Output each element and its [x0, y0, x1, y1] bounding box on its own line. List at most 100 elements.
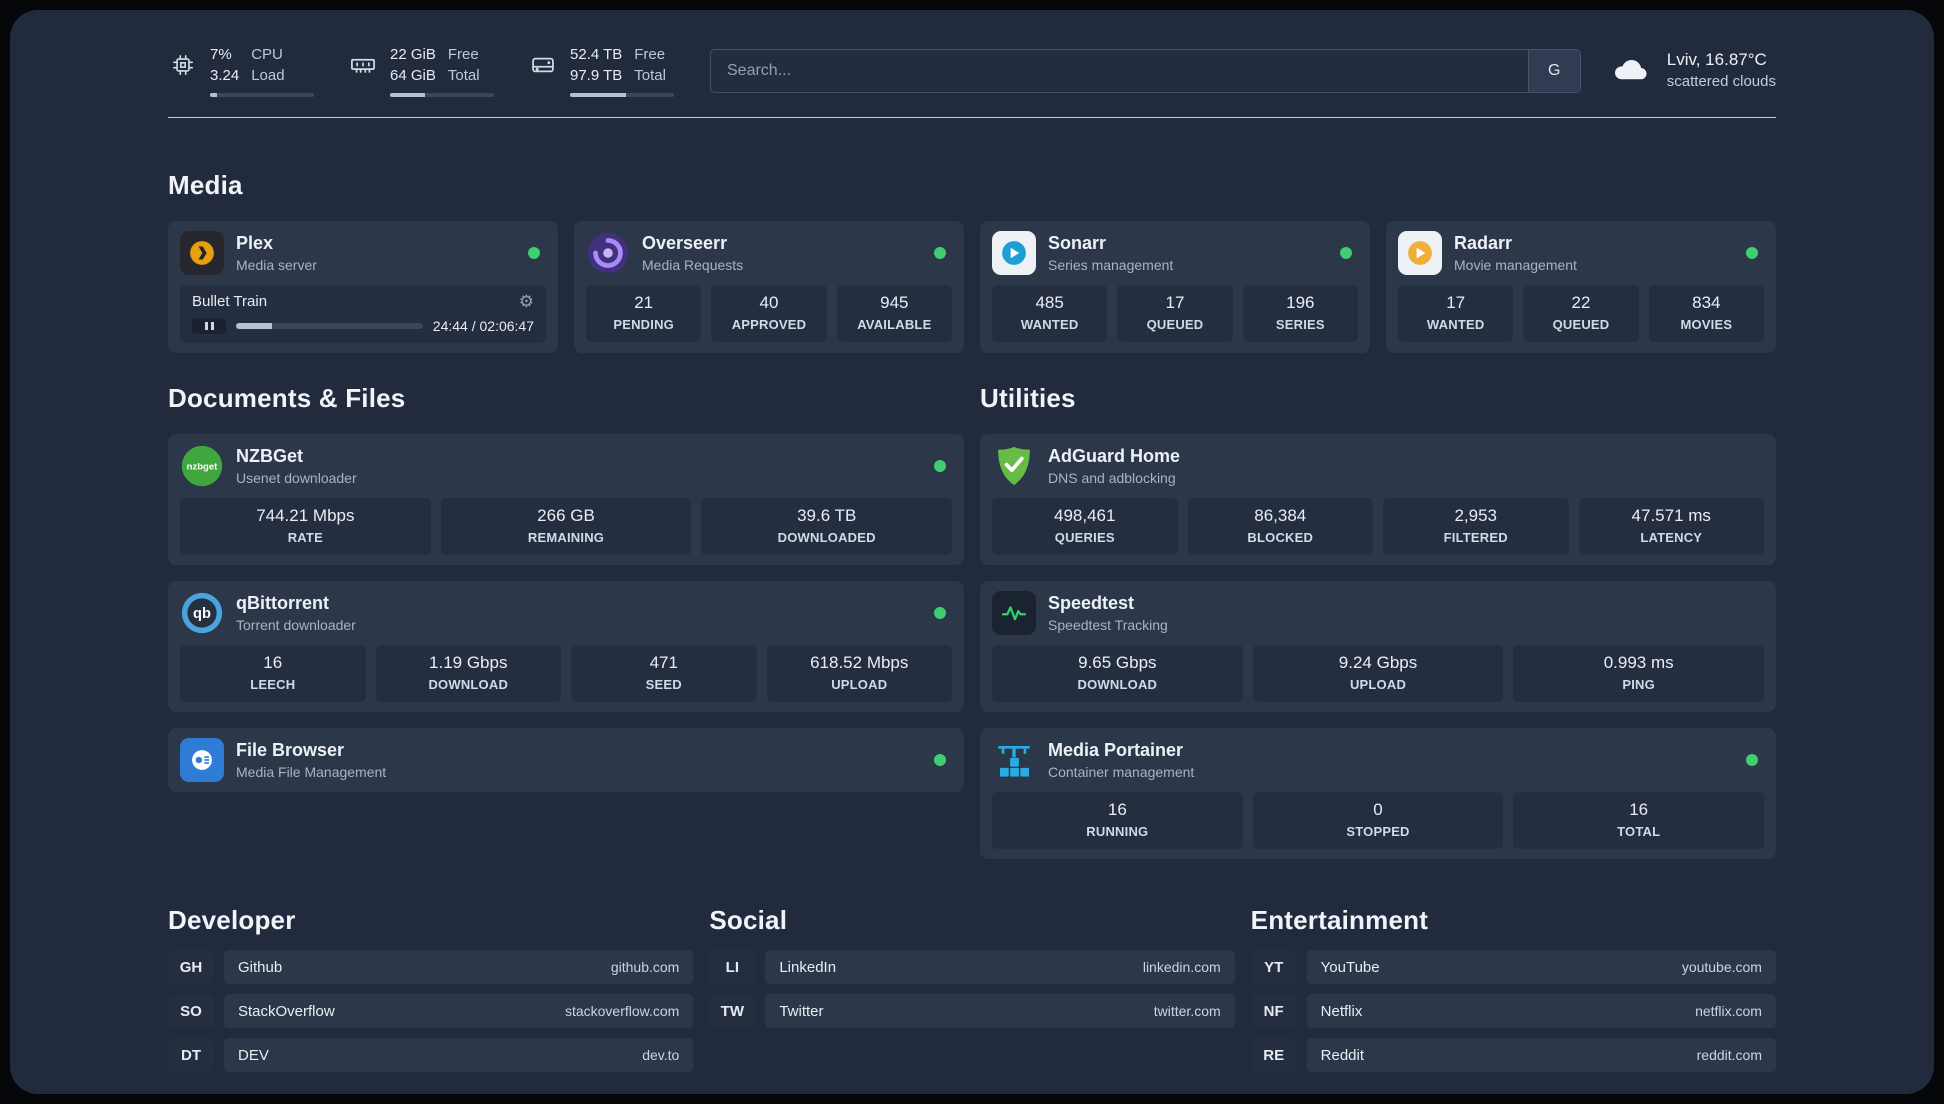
plex-icon — [180, 231, 224, 275]
link-name: Github — [238, 958, 283, 976]
status-dot — [1746, 754, 1758, 766]
stat-value: 196 — [1286, 293, 1315, 312]
stat-tile: 485 WANTED — [992, 285, 1108, 342]
stat-label: PING — [1622, 677, 1655, 692]
top-bar: 7% 3.24 CPU Load 22 GiB 64 GiB Free Tota… — [168, 44, 1776, 97]
stat-label: REMAINING — [527, 530, 605, 545]
cpu-load-label: Load — [251, 67, 285, 84]
hard-disk-icon — [528, 51, 558, 79]
cpu-label: CPU — [251, 46, 283, 63]
pause-button[interactable] — [192, 318, 226, 334]
header-divider — [168, 117, 1776, 118]
app-card-nzbget[interactable]: nzbget NZBGet Usenet downloader 744.21 M… — [168, 434, 964, 565]
stackoverflow-abbr-icon[interactable]: SO — [168, 994, 214, 1028]
app-name: Radarr — [1454, 233, 1513, 253]
app-card-qbittorrent[interactable]: qb qBittorrent Torrent downloader 16 LEEC… — [168, 581, 964, 712]
link-name: StackOverflow — [238, 1002, 335, 1020]
youtube-abbr-icon[interactable]: YT — [1250, 950, 1297, 984]
app-name: NZBGet — [236, 446, 303, 466]
status-dot — [1746, 247, 1758, 259]
section-media: Media Plex Media server Bullet Train ⚙ 2… — [168, 170, 1776, 353]
section-title-developer: Developer — [168, 905, 296, 935]
disk-metric: 52.4 TB 97.9 TB Free Total — [528, 44, 674, 97]
stat-tile: 0.993 ms PING — [1513, 645, 1765, 702]
stat-tile: 945 AVAILABLE — [836, 285, 952, 342]
reddit-abbr-icon[interactable]: RE — [1250, 1038, 1297, 1072]
ram-total-value: 64 GiB — [390, 67, 436, 84]
app-name: Speedtest — [1048, 593, 1135, 613]
app-card-portainer[interactable]: Media Portainer Container management 16 R… — [980, 728, 1776, 859]
dev-link[interactable]: DEV dev.to — [224, 1038, 694, 1072]
weather-widget: Lviv, 16.87°C scattered clouds — [1609, 49, 1776, 92]
ram-free-value: 22 GiB — [390, 46, 436, 63]
ram-usage-bar-fill — [390, 93, 426, 97]
github-abbr-icon[interactable]: GH — [168, 950, 214, 984]
linkedin-link[interactable]: LinkedIn linkedin.com — [765, 950, 1235, 984]
cloud-icon — [1609, 52, 1653, 89]
app-card-plex[interactable]: Plex Media server Bullet Train ⚙ 24:44 /… — [168, 221, 558, 353]
link-name: DEV — [238, 1046, 269, 1064]
search-engine-button[interactable]: G — [1527, 49, 1580, 92]
app-card-speedtest[interactable]: Speedtest Speedtest Tracking 9.65 Gbps DO… — [980, 581, 1776, 712]
stat-value: 17 — [1446, 293, 1466, 312]
stat-tile: 0 STOPPED — [1252, 792, 1504, 849]
stat-value: 47.571 ms — [1631, 506, 1711, 525]
twitter-abbr-icon[interactable]: TW — [709, 994, 756, 1028]
netflix-abbr-icon[interactable]: NF — [1250, 994, 1297, 1028]
stat-tile: 86,384 BLOCKED — [1187, 498, 1373, 555]
netflix-link[interactable]: Netflix netflix.com — [1306, 994, 1776, 1028]
playback-progress-bar[interactable] — [236, 323, 423, 329]
app-card-filebrowser[interactable]: File Browser Media File Management — [168, 728, 964, 792]
stat-tile: 47.571 ms LATENCY — [1578, 498, 1764, 555]
app-name: File Browser — [236, 740, 345, 760]
stat-value: 945 — [880, 293, 909, 312]
app-card-overseerr[interactable]: Overseerr Media Requests 21 PENDING 40 APP… — [574, 221, 964, 353]
cpu-load-value: 3.24 — [210, 67, 240, 84]
stat-value: 485 — [1035, 293, 1064, 312]
app-name: Sonarr — [1048, 233, 1107, 253]
stat-value: 0.993 ms — [1603, 653, 1674, 672]
stat-tile: 17 WANTED — [1398, 285, 1514, 342]
twitter-link[interactable]: Twitter twitter.com — [765, 994, 1235, 1028]
stat-label: WANTED — [1426, 317, 1485, 332]
system-metrics: 7% 3.24 CPU Load 22 GiB 64 GiB Free Tota… — [168, 44, 674, 97]
overseerr-icon — [586, 231, 630, 275]
app-subtitle: Usenet downloader — [236, 470, 357, 486]
reddit-link[interactable]: Reddit reddit.com — [1306, 1038, 1776, 1072]
speedtest-icon — [992, 591, 1036, 635]
app-name: Plex — [236, 233, 274, 253]
cpu-metric: 7% 3.24 CPU Load — [168, 44, 314, 97]
app-card-radarr[interactable]: Radarr Movie management 17 WANTED 22 QUEUE… — [1386, 221, 1776, 353]
github-link[interactable]: Github github.com — [224, 950, 694, 984]
stackoverflow-link[interactable]: StackOverflow stackoverflow.com — [224, 994, 694, 1028]
stat-label: DOWNLOAD — [1077, 677, 1158, 692]
section-title-entertainment: Entertainment — [1250, 905, 1429, 935]
disk-usage-bar-fill — [570, 93, 627, 97]
plex-now-playing: Bullet Train ⚙ 24:44 / 02:06:47 — [180, 285, 546, 343]
stat-tile: 21 PENDING — [586, 285, 702, 342]
stat-tile: 17 QUEUED — [1117, 285, 1233, 342]
app-card-adguard[interactable]: AdGuard Home DNS and adblocking 498,461 Q… — [980, 434, 1776, 565]
stat-label: APPROVED — [731, 317, 807, 332]
link-name: Netflix — [1320, 1002, 1363, 1020]
dev-abbr-icon[interactable]: DT — [168, 1038, 214, 1072]
search-input[interactable] — [711, 49, 1528, 92]
stat-tile: 16 RUNNING — [992, 792, 1243, 849]
link-row-youtube: YT YouTube youtube.com — [1250, 950, 1776, 984]
portainer-icon — [992, 738, 1036, 782]
link-url: stackoverflow.com — [564, 1003, 680, 1019]
stat-tile: 39.6 TB DOWNLOADED — [701, 498, 953, 555]
search-engine-label: G — [1548, 61, 1561, 79]
stat-tile: 16 LEECH — [180, 645, 366, 702]
linkedin-abbr-icon[interactable]: LI — [709, 950, 756, 984]
disk-total-value: 97.9 TB — [570, 67, 623, 84]
link-row-twitter: TW Twitter twitter.com — [709, 994, 1235, 1028]
stat-value: 16 — [1629, 800, 1649, 819]
status-dot — [1340, 247, 1352, 259]
app-card-sonarr[interactable]: Sonarr Series management 485 WANTED 17 QUE… — [980, 221, 1370, 353]
gear-icon[interactable]: ⚙ — [519, 293, 534, 310]
stat-label: DOWNLOADED — [777, 530, 876, 545]
youtube-link[interactable]: YouTube youtube.com — [1306, 950, 1776, 984]
ram-usage-bar — [390, 93, 494, 97]
stat-value: 2,953 — [1454, 506, 1498, 525]
